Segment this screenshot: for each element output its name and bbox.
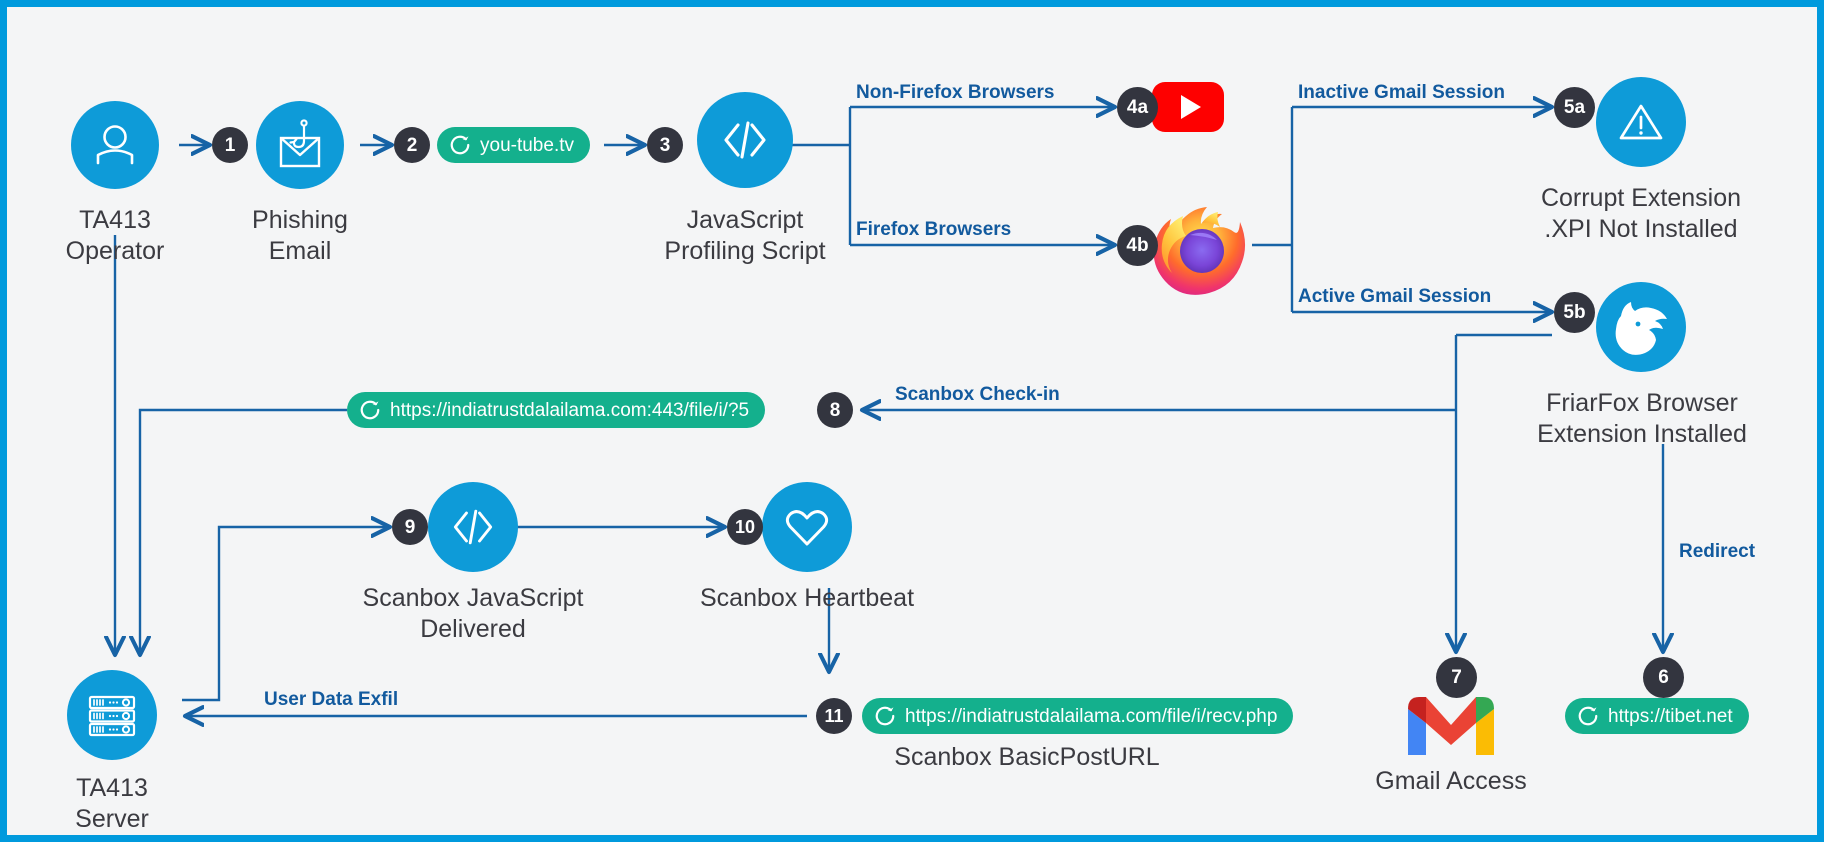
step-badge-8: 8 [817,392,853,428]
phishing-hook-envelope-icon [279,119,321,168]
step-badge-7: 7 [1436,657,1477,698]
node-ta413-operator [71,101,159,189]
url-pill-basicposturl[interactable]: https://indiatrustdalailama.com/file/i/r… [862,698,1294,734]
firefox-icon [1153,207,1246,295]
node-javascript-profiling-script [697,92,793,188]
step-badge-3: 3 [647,127,683,163]
caption-friarfox-extension: FriarFox Browser Extension Installed [1537,389,1747,448]
step-badge-9: 9 [392,509,428,545]
refresh-icon [450,135,470,155]
server-rack-icon [88,695,136,737]
step-badge-2: 2 [394,127,430,163]
step-badge-5b: 5b [1554,292,1595,333]
node-youtube-logo [1152,82,1224,132]
edge-label-scanbox-checkin: Scanbox Check-in [895,384,1060,405]
code-brackets-icon [453,509,493,545]
node-corrupt-extension [1596,77,1686,167]
refresh-icon [1578,706,1598,726]
caption-scanbox-basicposturl: Scanbox BasicPostURL [894,743,1160,771]
url-pill-tibet-text: https://tibet.net [1608,705,1733,727]
edge-label-firefox-browsers: Firefox Browsers [856,219,1012,240]
url-pill-youtube[interactable]: you-tube.tv [437,127,590,163]
url-pill-scanbox-checkin[interactable]: https://indiatrustdalailama.com:443/file… [347,392,766,428]
caption-scanbox-heartbeat: Scanbox Heartbeat [699,584,915,612]
step-badge-6: 6 [1643,657,1684,698]
url-pill-basicposturl-text: https://indiatrustdalailama.com/file/i/r… [905,705,1278,727]
url-pill-youtube-text: you-tube.tv [480,134,574,156]
step-badge-10: 10 [727,509,763,545]
node-friarfox-extension [1596,282,1686,372]
user-icon [96,125,134,165]
refresh-icon [875,706,895,726]
edge-label-active-gmail-session: Active Gmail Session [1298,286,1492,307]
node-scanbox-javascript [428,482,518,572]
step-badge-5a: 5a [1554,87,1595,128]
edge-label-inactive-gmail-session: Inactive Gmail Session [1298,82,1505,103]
heart-icon [785,510,829,546]
warning-triangle-icon [1619,104,1663,140]
caption-ta413-server: TA413 Server [75,774,149,833]
node-phishing-email [256,101,344,189]
edge-label-user-data-exfil: User Data Exfil [264,689,399,710]
caption-phishing-email: Phishing Email [252,206,348,265]
caption-gmail-access: Gmail Access [1375,767,1527,795]
refresh-icon [360,400,380,420]
caption-ta413-operator: TA413 Operator [65,206,165,265]
step-badge-11: 11 [816,698,852,734]
caption-corrupt-extension: Corrupt Extension .XPI Not Installed [1540,184,1742,243]
node-firefox-logo [1145,192,1253,300]
step-badge-4b: 4b [1117,225,1158,266]
fox-head-icon [1615,302,1667,355]
caption-javascript-profiling-script: JavaScript Profiling Script [664,206,826,265]
caption-scanbox-javascript: Scanbox JavaScript Delivered [362,584,584,643]
edge-label-redirect: Redirect [1679,541,1756,562]
attack-chain-diagram: TA413 Operator 1 Phishing Email 2 you-tu… [0,0,1824,842]
step-badge-1: 1 [212,127,248,163]
youtube-icon [1180,95,1201,119]
edge-label-non-firefox-browsers: Non-Firefox Browsers [856,82,1055,103]
url-pill-tibet[interactable]: https://tibet.net [1565,698,1749,734]
step-badge-4a: 4a [1117,87,1158,128]
url-pill-scanbox-checkin-text: https://indiatrustdalailama.com:443/file… [390,399,750,421]
code-brackets-icon [724,121,766,159]
node-ta413-server [67,670,157,760]
node-scanbox-heartbeat [762,482,852,572]
